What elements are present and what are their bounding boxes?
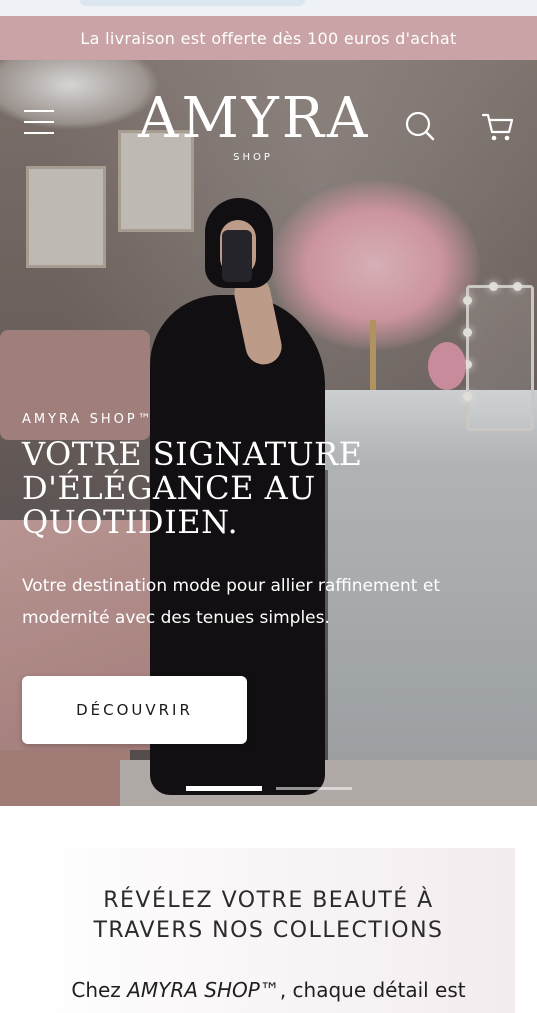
hero-headline: VOTRE SIGNATURE D'ÉLÉGANCE AU QUOTIDIEN. (22, 437, 492, 539)
hero-headline-line: QUOTIDIEN. (22, 503, 239, 541)
collections-title-line: RÉVÉLEZ VOTRE BEAUTÉ À (103, 888, 434, 913)
cart-button[interactable] (478, 106, 518, 146)
hero-description-line: Votre destination mode pour allier raffi… (22, 576, 440, 596)
menu-button[interactable] (20, 108, 58, 138)
site-header: AMYRA SHOP (0, 60, 537, 185)
collections-body-suffix: , chaque détail est (279, 978, 466, 1002)
slideshow-pagination (186, 786, 356, 792)
hero-eyebrow: AMYRA SHOP™ (22, 412, 154, 427)
search-icon (405, 111, 435, 141)
hero-headline-line: VOTRE SIGNATURE (22, 435, 363, 473)
collections-title-line: TRAVERS NOS COLLECTIONS (93, 918, 444, 943)
hero-text-block: AMYRA SHOP™ VOTRE SIGNATURE D'ÉLÉGANCE A… (22, 412, 492, 539)
discover-button[interactable]: DÉCOUVRIR (22, 676, 247, 744)
address-bar-remnant (80, 0, 305, 6)
logo-wordmark: AMYRA (138, 86, 371, 151)
collections-body-prefix: Chez (71, 978, 128, 1002)
slide-indicator-1[interactable] (186, 786, 262, 791)
site-logo[interactable]: AMYRA SHOP (138, 84, 368, 174)
hero-headline-line: D'ÉLÉGANCE AU (22, 469, 316, 507)
collections-section: RÉVÉLEZ VOTRE BEAUTÉ À TRAVERS NOS COLLE… (22, 848, 515, 1013)
announcement-bar: La livraison est offerte dès 100 euros d… (0, 16, 537, 60)
collections-title: RÉVÉLEZ VOTRE BEAUTÉ À TRAVERS NOS COLLE… (22, 886, 515, 946)
browser-top-strip (0, 0, 537, 16)
cart-icon (481, 113, 514, 141)
collections-body-brand: AMYRA SHOP™ (127, 978, 280, 1002)
search-button[interactable] (400, 106, 440, 146)
menu-icon (24, 110, 54, 112)
hero-description: Votre destination mode pour allier raffi… (22, 570, 492, 634)
collections-body: Chez AMYRA SHOP™, chaque détail est (22, 978, 515, 1002)
slide-indicator-2[interactable] (276, 787, 352, 790)
announcement-text: La livraison est offerte dès 100 euros d… (80, 28, 457, 48)
menu-icon-line (24, 132, 54, 134)
menu-icon-line (24, 121, 54, 123)
hero-description-line: modernité avec des tenues simples. (22, 608, 330, 628)
